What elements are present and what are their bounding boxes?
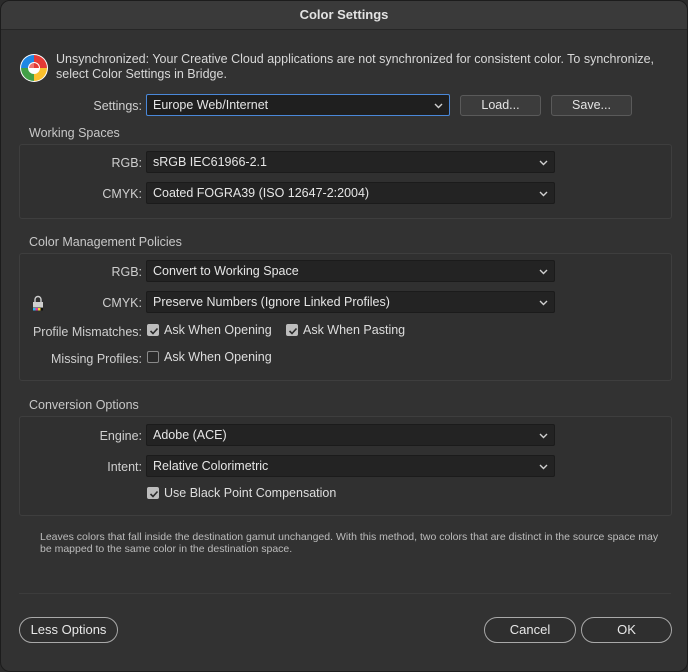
- black-point-compensation-label[interactable]: Use Black Point Compensation: [164, 486, 336, 500]
- lock-icon: [33, 295, 43, 311]
- load-button[interactable]: Load...: [460, 95, 541, 116]
- settings-dropdown[interactable]: Europe Web/Internet: [146, 94, 450, 116]
- policy-rgb-label: RGB:: [111, 265, 142, 279]
- chevron-down-icon: [434, 103, 443, 109]
- checkmark-icon: [288, 327, 298, 335]
- black-point-compensation-checkbox[interactable]: [147, 487, 159, 499]
- sync-status-message: Unsynchronized: Your Creative Cloud appl…: [56, 52, 655, 81]
- less-options-button[interactable]: Less Options: [19, 617, 118, 643]
- missing-opening-checkbox[interactable]: [147, 351, 159, 363]
- chevron-down-icon: [539, 433, 548, 439]
- color-settings-dialog: Color Settings Unsynchronized: Your Crea…: [0, 0, 688, 672]
- footer-divider: [19, 593, 671, 594]
- policy-cmyk-dropdown[interactable]: Preserve Numbers (Ignore Linked Profiles…: [146, 291, 555, 313]
- ws-rgb-label: RGB:: [111, 156, 142, 170]
- ws-rgb-value: sRGB IEC61966-2.1: [153, 155, 267, 169]
- ws-rgb-dropdown[interactable]: sRGB IEC61966-2.1: [146, 151, 555, 173]
- mismatch-pasting-label[interactable]: Ask When Pasting: [303, 323, 405, 337]
- chevron-down-icon: [539, 269, 548, 275]
- policy-cmyk-label: CMYK:: [102, 296, 142, 310]
- intent-dropdown[interactable]: Relative Colorimetric: [146, 455, 555, 477]
- ws-cmyk-value: Coated FOGRA39 (ISO 12647-2:2004): [153, 186, 370, 200]
- mismatch-pasting-checkbox[interactable]: [286, 324, 298, 336]
- engine-value: Adobe (ACE): [153, 428, 227, 442]
- settings-dropdown-value: Europe Web/Internet: [153, 98, 269, 112]
- policy-rgb-dropdown[interactable]: Convert to Working Space: [146, 260, 555, 282]
- working-spaces-title: Working Spaces: [29, 126, 120, 140]
- checkmark-icon: [149, 490, 159, 498]
- chevron-down-icon: [539, 464, 548, 470]
- profile-mismatches-label: Profile Mismatches:: [32, 325, 142, 339]
- conversion-title: Conversion Options: [29, 398, 139, 412]
- intent-value: Relative Colorimetric: [153, 459, 269, 473]
- intent-description: Leaves colors that fall inside the desti…: [40, 531, 659, 555]
- checkmark-icon: [149, 327, 159, 335]
- missing-opening-label[interactable]: Ask When Opening: [164, 350, 272, 364]
- chevron-down-icon: [539, 160, 548, 166]
- intent-label: Intent:: [107, 460, 142, 474]
- color-wheel-icon: [20, 54, 48, 82]
- policies-title: Color Management Policies: [29, 235, 182, 249]
- chevron-down-icon: [539, 191, 548, 197]
- ok-button[interactable]: OK: [581, 617, 672, 643]
- save-button[interactable]: Save...: [551, 95, 632, 116]
- policy-cmyk-value: Preserve Numbers (Ignore Linked Profiles…: [153, 295, 390, 309]
- window-title: Color Settings: [1, 1, 687, 30]
- ws-cmyk-dropdown[interactable]: Coated FOGRA39 (ISO 12647-2:2004): [146, 182, 555, 204]
- cancel-button[interactable]: Cancel: [484, 617, 576, 643]
- missing-profiles-label: Missing Profiles:: [51, 352, 142, 366]
- chevron-down-icon: [539, 300, 548, 306]
- mismatch-opening-label[interactable]: Ask When Opening: [164, 323, 272, 337]
- engine-label: Engine:: [99, 429, 142, 443]
- settings-label: Settings:: [93, 99, 142, 113]
- policy-rgb-value: Convert to Working Space: [153, 264, 299, 278]
- engine-dropdown[interactable]: Adobe (ACE): [146, 424, 555, 446]
- mismatch-opening-checkbox[interactable]: [147, 324, 159, 336]
- ws-cmyk-label: CMYK:: [102, 187, 142, 201]
